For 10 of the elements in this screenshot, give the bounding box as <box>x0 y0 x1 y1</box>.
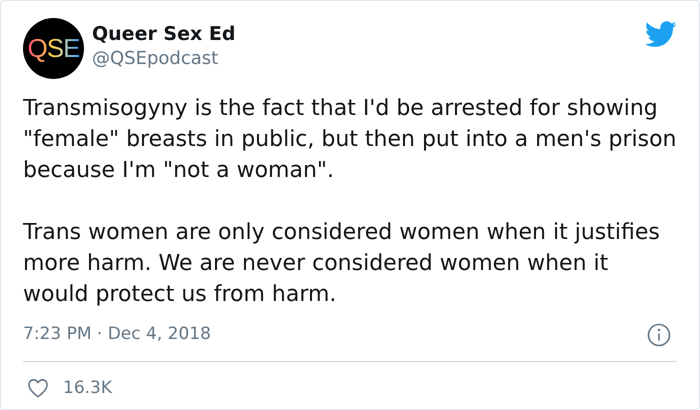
info-icon[interactable] <box>647 322 671 347</box>
tweet-text: Trans women are only considered women when it justifies more harm. We are never considered women when it would protect us from harm. <box>23 219 661 309</box>
author-name[interactable]: Queer Sex Ed <box>92 22 236 46</box>
tweet-timestamp[interactable]: 7:23 PM · Dec 4, 2018 <box>23 322 211 348</box>
tweet-text: Transmisogyny is the fact that I'd be arrested for showing "female" breasts in public, but then put into a men's prison because I'm "not a woman". <box>23 95 678 185</box>
bird-logo-icon[interactable] <box>645 21 677 48</box>
heart-icon[interactable] <box>27 378 49 398</box>
avatar[interactable]: QSE <box>23 18 84 79</box>
like-count: 16.3K <box>63 376 112 400</box>
author-handle[interactable]: @QSEpodcast <box>92 46 236 72</box>
